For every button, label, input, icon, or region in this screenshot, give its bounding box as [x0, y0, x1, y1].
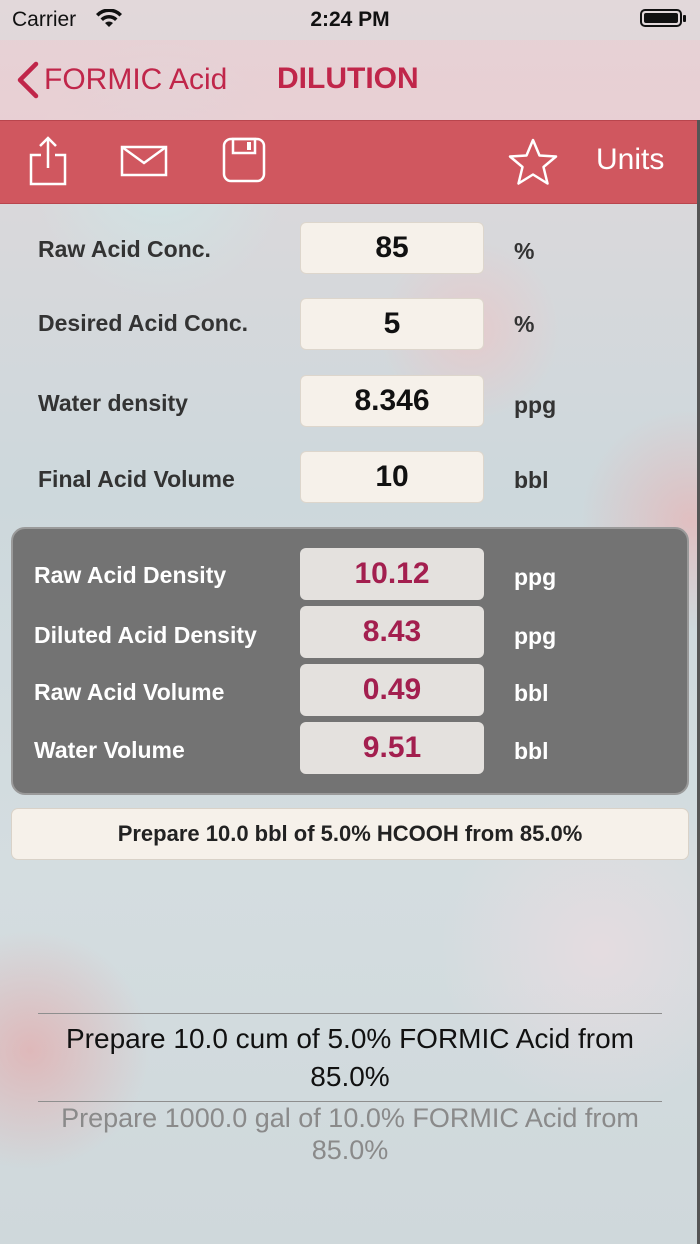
- raw-acid-conc-unit: %: [514, 238, 535, 264]
- water-density-unit: ppg: [514, 392, 557, 418]
- raw-acid-density-label: Raw Acid Density: [34, 562, 227, 588]
- raw-acid-conc-label: Raw Acid Conc.: [38, 236, 211, 262]
- picker-option[interactable]: Prepare 1000.0 gal of 10.0% FORMIC Acid …: [40, 1102, 660, 1166]
- summary-text: Prepare 10.0 bbl of 5.0% HCOOH from 85.0…: [11, 808, 689, 860]
- units-button[interactable]: Units: [596, 143, 664, 177]
- final-acid-volume-input[interactable]: 10: [300, 451, 484, 503]
- raw-acid-density-unit: ppg: [514, 564, 557, 590]
- water-volume-unit: bbl: [514, 738, 549, 764]
- water-volume-value: 9.51: [300, 722, 484, 774]
- status-time: 2:24 PM: [310, 8, 390, 31]
- diluted-acid-density-value: 8.43: [300, 606, 484, 658]
- raw-acid-volume-label: Raw Acid Volume: [34, 679, 225, 705]
- chevron-left-icon: [17, 61, 39, 99]
- diluted-acid-density-label: Diluted Acid Density: [34, 622, 257, 648]
- raw-acid-volume-value: 0.49: [300, 664, 484, 716]
- picker-divider: [38, 1013, 662, 1014]
- status-bar: Carrier 2:24 PM: [0, 0, 700, 40]
- raw-acid-volume-unit: bbl: [514, 680, 549, 706]
- navigation-bar: FORMIC Acid DILUTION: [0, 40, 700, 120]
- diluted-acid-density-unit: ppg: [514, 623, 557, 649]
- raw-acid-conc-input[interactable]: 85: [300, 222, 484, 274]
- desired-acid-conc-label: Desired Acid Conc.: [38, 310, 249, 336]
- back-label: FORMIC Acid: [44, 63, 228, 96]
- toolbar: Units: [0, 120, 697, 204]
- water-volume-label: Water Volume: [34, 737, 185, 763]
- final-acid-volume-label: Final Acid Volume: [38, 466, 235, 492]
- desired-acid-conc-input[interactable]: 5: [300, 298, 484, 350]
- raw-acid-density-value: 10.12: [300, 548, 484, 600]
- star-icon[interactable]: [507, 137, 559, 192]
- final-acid-volume-unit: bbl: [514, 467, 549, 493]
- water-density-input[interactable]: 8.346: [300, 375, 484, 427]
- water-density-label: Water density: [38, 390, 188, 416]
- picker-selected-option[interactable]: Prepare 10.0 cum of 5.0% FORMIC Acid fro…: [40, 1020, 660, 1096]
- page-title: DILUTION: [277, 62, 419, 95]
- share-icon[interactable]: [28, 135, 68, 192]
- save-icon[interactable]: [222, 137, 266, 188]
- desired-acid-conc-unit: %: [514, 311, 535, 337]
- mail-icon[interactable]: [120, 145, 168, 182]
- back-button[interactable]: FORMIC Acid: [14, 60, 227, 100]
- battery-icon: [640, 9, 686, 27]
